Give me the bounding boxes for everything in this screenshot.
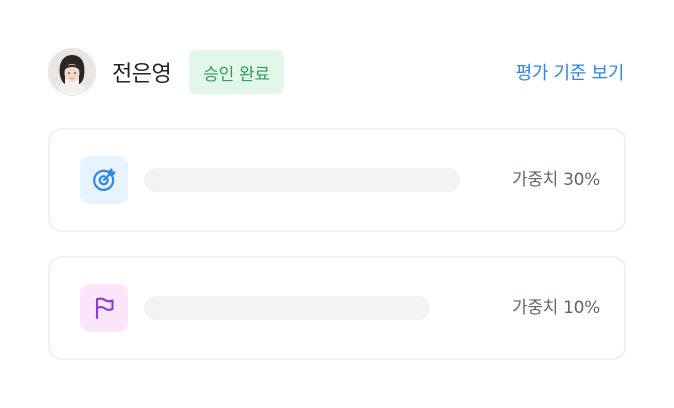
goal-icon-container [80, 284, 128, 332]
goal-title-placeholder [144, 168, 460, 192]
view-criteria-link[interactable]: 평가 기준 보기 [516, 59, 626, 85]
user-name: 전은영 [112, 62, 172, 87]
goal-weight: 가중치 30% [511, 170, 600, 190]
goal-card[interactable]: 가중치 30% [48, 128, 626, 232]
avatar [48, 48, 96, 96]
goal-icon-container [80, 156, 128, 204]
target-icon [93, 168, 116, 191]
evaluation-panel: 전은영 승인 완료 평가 기준 보기 가중치 30% 가중치 10% [0, 0, 674, 408]
status-badge: 승인 완료 [189, 50, 284, 94]
goal-title-placeholder [144, 296, 430, 320]
flag-icon [95, 297, 114, 320]
goal-weight: 가중치 10% [511, 298, 600, 318]
goal-card[interactable]: 가중치 10% [48, 256, 626, 360]
reviewer-header: 전은영 승인 완료 평가 기준 보기 [48, 47, 626, 97]
